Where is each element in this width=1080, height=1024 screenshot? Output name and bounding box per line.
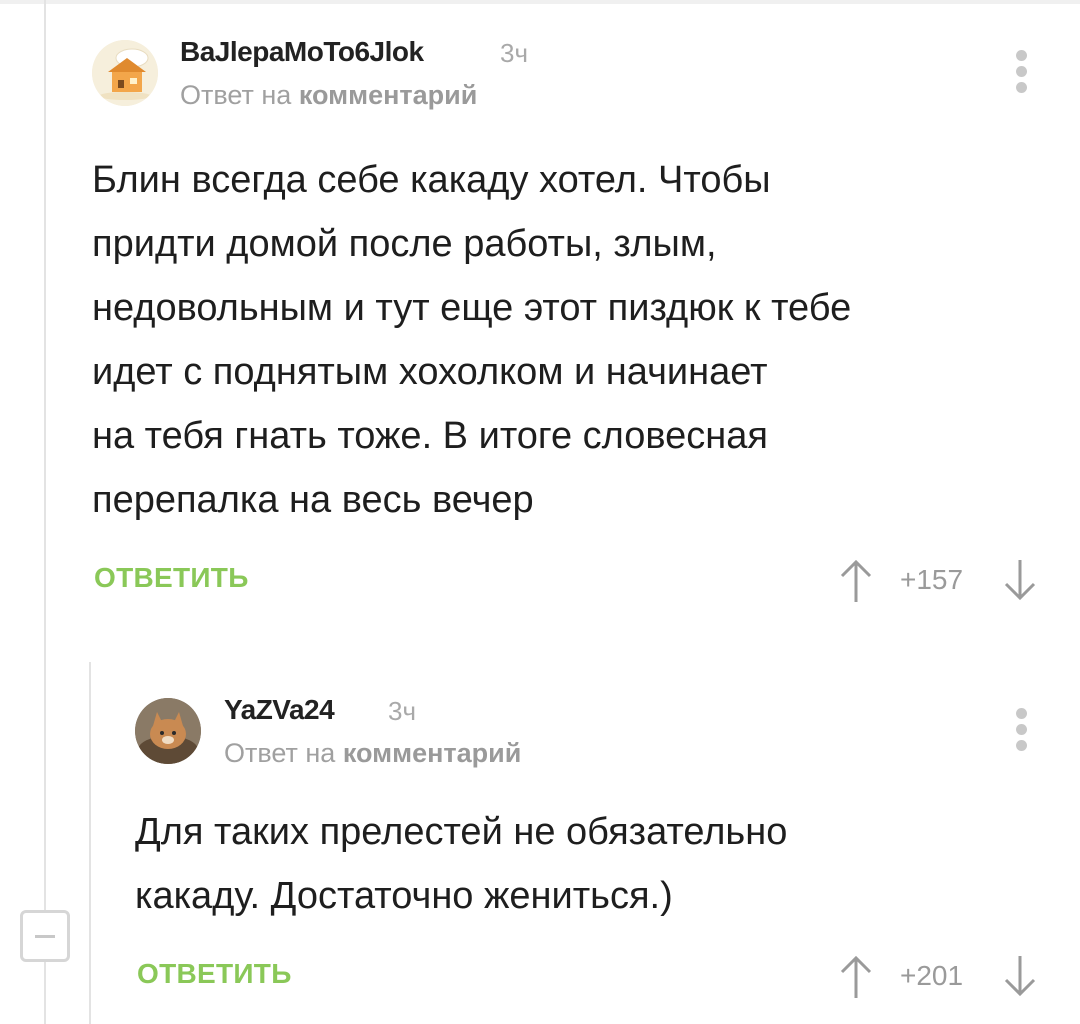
reply-button[interactable]: ОТВЕТИТЬ [137,958,292,990]
avatar[interactable] [92,40,158,106]
username[interactable]: YaZVa24 [224,694,335,726]
cat-avatar-icon [135,698,201,764]
score: +201 [900,960,964,991]
reply-target-link[interactable]: комментарий [299,80,478,110]
timestamp: 3ч [500,38,529,68]
username[interactable]: BaJlepaMoTo6Jlok [180,36,424,68]
comment-line: придти домой после работы, злым, [92,223,717,265]
comment-line: какаду. Достаточно жениться.) [135,875,673,917]
arrow-up-icon[interactable] [836,556,876,606]
comment-text: Блин всегда себе какаду хотел. Чтобы при… [92,148,1052,532]
comment-line: перепалка на весь вечер [92,479,534,521]
timestamp: 3ч [388,696,417,726]
more-vertical-icon[interactable] [1016,50,1028,94]
reply-button[interactable]: ОТВЕТИТЬ [94,562,249,594]
more-vertical-icon[interactable] [1016,708,1028,752]
avatar[interactable] [135,698,201,764]
comment: BaJlepaMoTo6Jlok 3ч Ответ на комментарий… [0,0,1080,640]
reply-to-label: Ответ на комментарий [224,738,521,769]
comment-line: на тебя гнать тоже. В итоге словесная [92,415,768,457]
arrow-down-icon[interactable] [1000,952,1040,1002]
comment-line: идет с поднятым хохолком и начинает [92,351,768,393]
comment-text: Для таких прелестей не обязательно какад… [135,800,1035,928]
house-avatar-icon [92,40,158,106]
reply-to-label: Ответ на комментарий [180,80,477,111]
score: +157 [900,564,964,595]
reply-prefix: Ответ на [224,738,336,768]
arrow-up-icon[interactable] [836,952,876,1002]
comment-line: недовольным и тут еще этот пиздюк к тебе [92,287,852,329]
arrow-down-icon[interactable] [1000,556,1040,606]
comment-line: Для таких прелестей не обязательно [135,811,788,853]
comment-line: Блин всегда себе какаду хотел. Чтобы [92,159,771,201]
reply-target-link[interactable]: комментарий [343,738,522,768]
reply-prefix: Ответ на [180,80,292,110]
comment: YaZVa24 3ч Ответ на комментарий Для таки… [0,662,1080,1024]
vote-control: +201 [830,952,1050,1002]
vote-control: +157 [830,556,1050,606]
